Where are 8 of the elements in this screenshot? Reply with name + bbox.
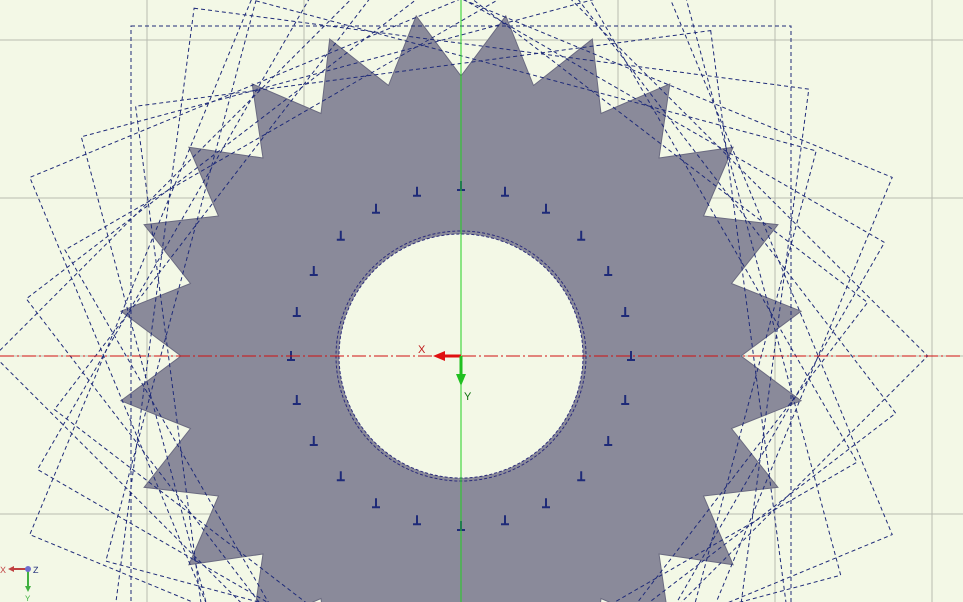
triad-z-label: Z	[33, 565, 38, 575]
y-axis-label: Y	[464, 391, 472, 403]
triad-x-label: X	[0, 565, 6, 575]
x-axis-arrow-icon	[433, 351, 461, 361]
y-axis-arrow-icon	[456, 356, 466, 386]
axis-triad-icon	[8, 566, 31, 592]
triad-y-label: Y	[25, 594, 30, 602]
x-axis-label: X	[418, 344, 426, 356]
